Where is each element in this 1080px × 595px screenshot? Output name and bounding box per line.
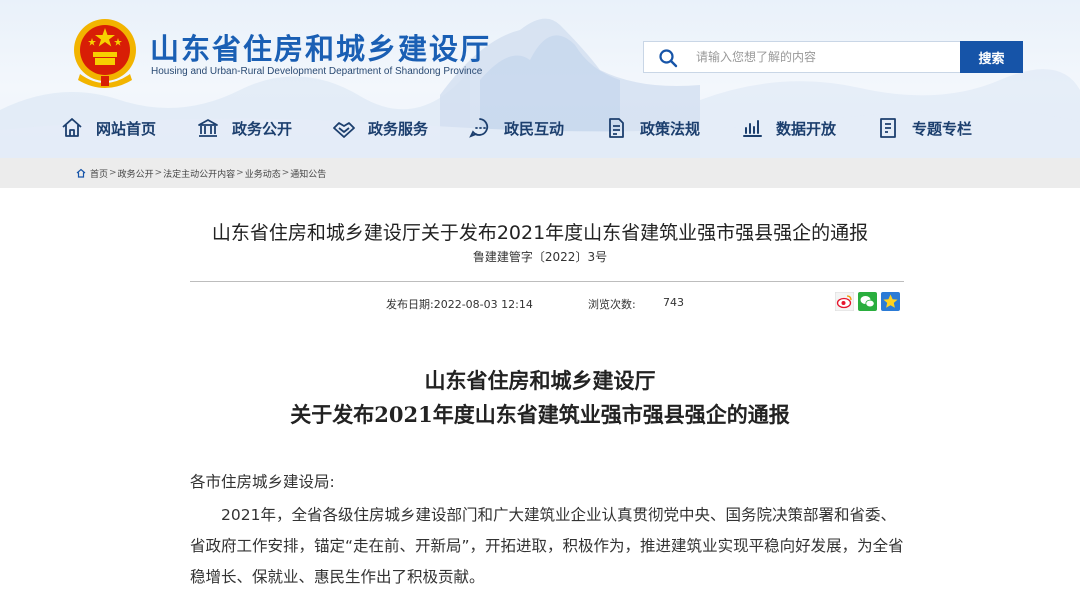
breadcrumb-statutory-disclosure[interactable]: 法定主动公开内容 xyxy=(163,167,235,180)
search-icon xyxy=(659,49,678,68)
title-divider xyxy=(190,281,904,282)
breadcrumb-separator: > xyxy=(236,168,244,178)
site-header: 山东省住房和城乡建设厅 Housing and Urban-Rural Deve… xyxy=(0,0,1080,158)
search-box xyxy=(643,41,961,73)
doc-heading-line2: 关于发布2021年度山东省建筑业强市强县强企的通报 xyxy=(290,402,790,427)
main-nav: 网站首页 政务公开 政务服务 政民互动 政策法规 数据开放 专题专栏 xyxy=(60,112,1020,144)
breadcrumb-notices[interactable]: 通知公告 xyxy=(290,167,326,180)
nav-item-label: 数据开放 xyxy=(776,119,837,138)
nav-item-label: 政民互动 xyxy=(504,119,565,138)
breadcrumb-separator: > xyxy=(154,168,163,178)
national-emblem-icon xyxy=(74,19,136,88)
nav-item-home[interactable]: 网站首页 xyxy=(60,112,196,144)
search-input[interactable] xyxy=(696,42,956,72)
nav-item-interaction[interactable]: 政民互动 xyxy=(468,112,604,144)
nav-item-label: 政策法规 xyxy=(640,119,701,138)
salutation: 各市住房城乡建设局: xyxy=(190,473,335,491)
government-building-icon xyxy=(198,119,218,137)
breadcrumb-home[interactable]: 首页 xyxy=(90,167,108,180)
breadcrumb-separator: > xyxy=(281,168,290,178)
favorite-star-icon[interactable] xyxy=(881,292,900,311)
breadcrumb-business-news[interactable]: 业务动态 xyxy=(245,167,281,180)
weibo-share-icon[interactable] xyxy=(835,292,854,311)
views-count: 743 xyxy=(663,296,684,309)
wechat-share-icon[interactable] xyxy=(858,292,877,311)
doc-heading-line1: 山东省住房和城乡建设厅 xyxy=(424,368,656,393)
publish-date: 发布日期:2022-08-03 12:14 xyxy=(386,298,533,311)
nav-item-gov-services[interactable]: 政务服务 xyxy=(332,112,468,144)
home-small-icon xyxy=(76,168,86,178)
breadcrumb-gov-affairs[interactable]: 政务公开 xyxy=(118,167,154,180)
nav-item-policy[interactable]: 政策法规 xyxy=(604,112,740,144)
views-label: 浏览次数: xyxy=(588,298,636,311)
nav-item-label: 政务公开 xyxy=(232,119,293,138)
search-button[interactable]: 搜索 xyxy=(960,41,1023,73)
body-paragraph: 2021年，全省各级住房城乡建设部门和广大建筑业企业认真贯彻党中央、国务院决策部… xyxy=(190,506,904,586)
nav-item-label: 政务服务 xyxy=(368,119,429,138)
nav-item-label: 网站首页 xyxy=(96,119,157,138)
nav-item-open-data[interactable]: 数据开放 xyxy=(740,112,876,144)
nav-item-topics[interactable]: 专题专栏 xyxy=(876,112,1000,144)
nav-item-label: 专题专栏 xyxy=(912,119,973,138)
data-chart-icon xyxy=(743,120,762,137)
policy-document-icon xyxy=(609,118,624,138)
handshake-icon xyxy=(333,122,355,138)
site-subtitle: Housing and Urban-Rural Development Depa… xyxy=(151,66,483,77)
home-icon xyxy=(62,118,82,137)
interaction-icon xyxy=(469,118,489,138)
breadcrumb-separator: > xyxy=(109,168,117,178)
site-title: 山东省住房和城乡建设厅 xyxy=(150,32,492,66)
article-title: 山东省住房和城乡建设厅关于发布2021年度山东省建筑业强市强县强企的通报 xyxy=(211,222,869,244)
document-number: 鲁建建管字〔2022〕3号 xyxy=(472,250,608,264)
nav-item-gov-affairs[interactable]: 政务公开 xyxy=(196,112,332,144)
breadcrumb: 首页 > 政务公开 > 法定主动公开内容 > 业务动态 > 通知公告 xyxy=(0,158,1080,188)
topic-icon xyxy=(880,118,896,138)
